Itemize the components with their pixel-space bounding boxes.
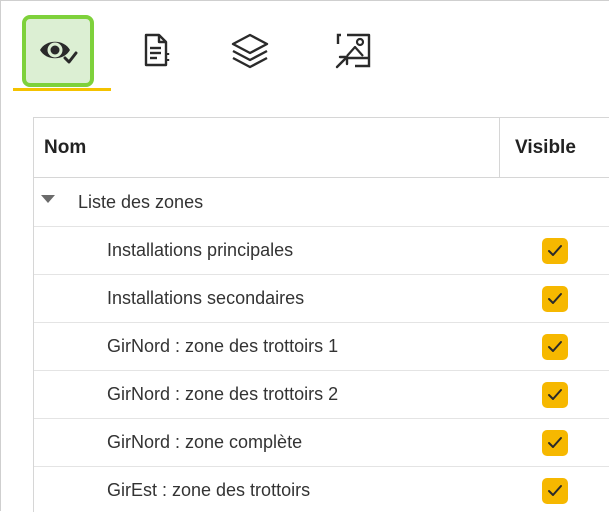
row-label: Installations principales [107, 240, 294, 260]
table-row[interactable]: GirNord : zone complète [34, 418, 609, 466]
image-export-tab-button[interactable] [317, 15, 389, 87]
visibility-tab-button[interactable] [22, 15, 94, 87]
checkmark-icon [548, 341, 562, 352]
table-row[interactable]: GirEst : zone des trottoirs [34, 466, 609, 514]
visible-checkbox[interactable] [542, 478, 568, 504]
table-row[interactable]: GirNord : zone des trottoirs 2 [34, 370, 609, 418]
column-divider[interactable] [499, 118, 500, 177]
caret-down-icon[interactable] [41, 195, 55, 203]
checkmark-icon [548, 389, 562, 400]
visible-checkbox[interactable] [542, 334, 568, 360]
visibility-panel: Nom Visible Liste des zones Installation… [0, 0, 609, 512]
table-row[interactable]: GirNord : zone des trottoirs 1 [34, 322, 609, 370]
visible-checkbox[interactable] [542, 238, 568, 264]
row-label: GirNord : zone complète [107, 432, 303, 452]
visible-checkbox[interactable] [542, 382, 568, 408]
eye-check-icon [40, 41, 78, 64]
layers-icon [231, 33, 269, 69]
checkmark-icon [548, 485, 562, 496]
checkmark-icon [548, 293, 562, 304]
table-row[interactable]: Installations principales [34, 226, 609, 274]
image-export-icon [335, 33, 371, 69]
column-header-nom[interactable]: Nom [44, 118, 86, 177]
document-tab-button[interactable] [121, 15, 193, 87]
group-label: Liste des zones [78, 192, 204, 212]
checkmark-icon [548, 245, 562, 256]
row-label: GirNord : zone des trottoirs 1 [107, 336, 339, 356]
row-label: GirEst : zone des trottoirs [107, 480, 311, 500]
table-header: Nom Visible [34, 118, 609, 178]
table-row[interactable]: Installations secondaires [34, 274, 609, 322]
document-list-icon [144, 33, 170, 67]
visible-checkbox[interactable] [542, 286, 568, 312]
column-header-visible[interactable]: Visible [515, 118, 576, 177]
checkmark-icon [548, 437, 562, 448]
row-label: GirNord : zone des trottoirs 2 [107, 384, 339, 404]
row-label: Installations secondaires [107, 288, 305, 308]
zones-tree-table: Nom Visible Liste des zones Installation… [33, 117, 609, 512]
active-tab-indicator [13, 88, 111, 91]
visible-checkbox[interactable] [542, 430, 568, 456]
toolbar [1, 1, 609, 91]
tree-group-row[interactable]: Liste des zones [34, 178, 609, 226]
layers-tab-button[interactable] [214, 15, 286, 87]
